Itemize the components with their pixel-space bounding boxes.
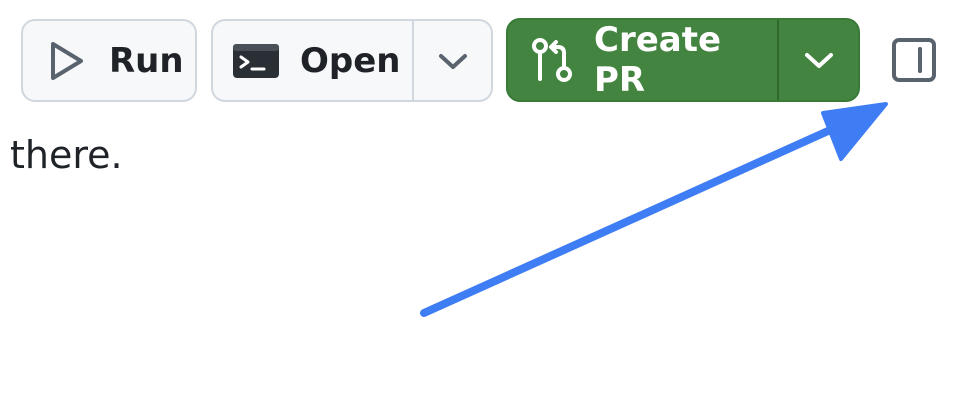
- chevron-down-icon: [803, 40, 835, 80]
- create-pr-dropdown-button[interactable]: [779, 20, 858, 100]
- toolbar: Run Open Create PR: [0, 0, 956, 120]
- terminal-icon: [232, 43, 280, 79]
- open-dropdown-button[interactable]: [414, 21, 491, 100]
- run-button[interactable]: Run: [21, 19, 197, 102]
- play-icon: [47, 39, 87, 83]
- open-label: Open: [300, 40, 401, 81]
- open-button[interactable]: Open: [213, 21, 413, 100]
- sidebar-toggle-icon: [891, 37, 937, 88]
- chevron-down-icon: [437, 41, 469, 81]
- git-pull-request-icon: [530, 37, 574, 83]
- create-pr-label: Create PR: [594, 20, 722, 100]
- create-pr-button-group: Create PR: [506, 18, 860, 102]
- create-pr-button[interactable]: Create PR: [508, 20, 778, 100]
- open-button-group: Open: [211, 19, 493, 102]
- sidebar-toggle-button[interactable]: [889, 37, 939, 87]
- run-label: Run: [109, 40, 184, 81]
- body-text: there.: [10, 133, 123, 177]
